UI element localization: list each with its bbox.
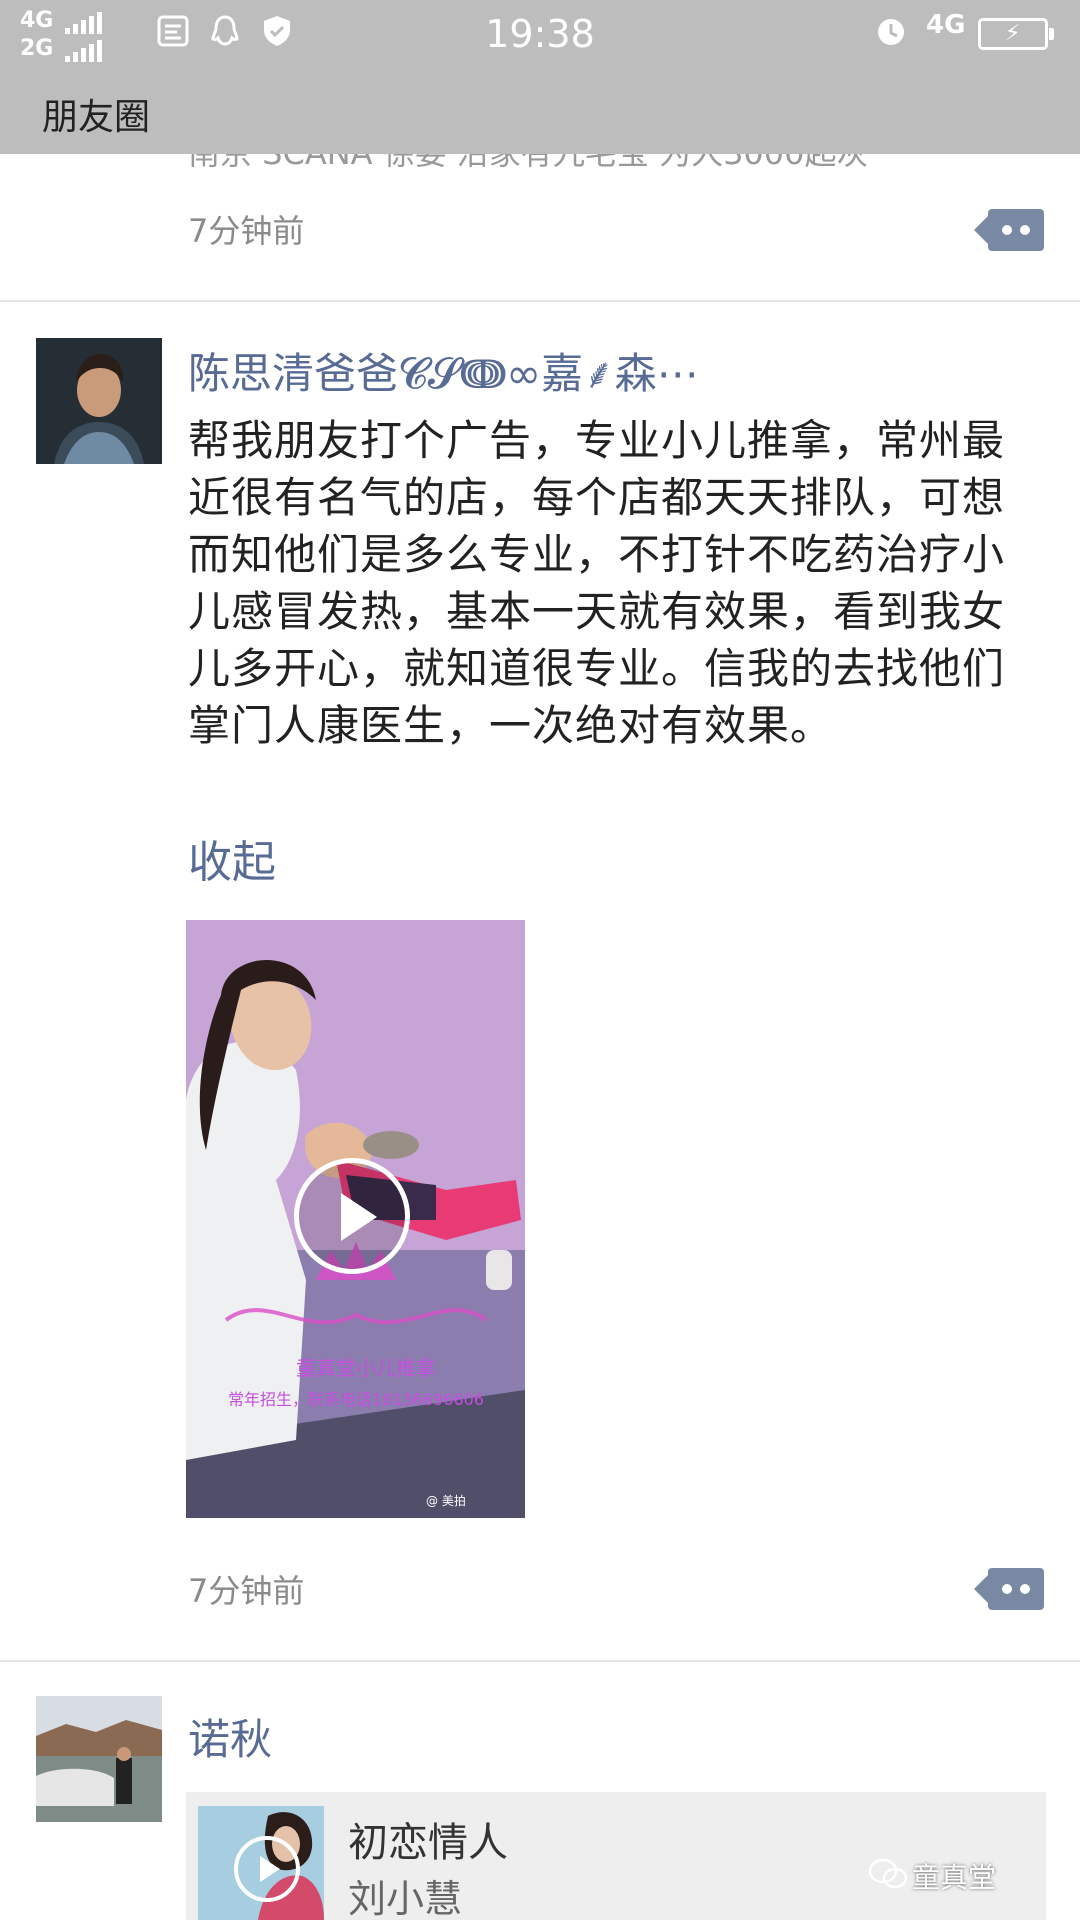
avatar-image — [36, 1696, 162, 1822]
avatar[interactable] — [36, 1696, 162, 1822]
dot-icon — [1002, 225, 1012, 235]
play-icon[interactable] — [234, 1836, 300, 1902]
dot-icon — [1020, 1584, 1030, 1594]
video-thumbnail[interactable]: 童真堂小儿推拿 常年招生，联系电话18136696606 @ 美拍 — [186, 920, 525, 1518]
watermark: 童真堂 — [912, 1861, 997, 1894]
more-actions-button[interactable] — [974, 1568, 1044, 1610]
more-actions-button[interactable] — [974, 209, 1044, 251]
post-time: 7分钟前 — [188, 1572, 305, 1610]
music-thumbnail — [198, 1806, 324, 1920]
dot-icon — [1020, 225, 1030, 235]
wechat-icon — [868, 1858, 908, 1889]
page-title: 朋友圈 — [42, 97, 151, 138]
dot-icon — [1002, 1584, 1012, 1594]
title-bar: 朋友圈 — [0, 70, 1080, 154]
post-author[interactable]: 陈思清爸爸𝓒𝓢ↈ∞嘉⸙森⋯ — [188, 340, 699, 401]
collapse-link[interactable]: 收起 — [188, 826, 276, 890]
video-corner-label: @ 美拍 — [426, 1493, 466, 1508]
status-bar: 4G 2G 19:38 4G ⚡ — [0, 0, 1080, 70]
post-text: 帮我朋友打个广告，专业小儿推拿，常州最近很有名气的店，每个店都天天排队，可想而知… — [188, 416, 1006, 750]
avatar[interactable] — [36, 338, 162, 464]
music-artist: 刘小慧 — [348, 1877, 463, 1921]
video-overlay-contact: 常年招生，联系电话18136696606 — [228, 1390, 484, 1409]
video-overlay-title: 童真堂小儿推拿 — [296, 1356, 436, 1380]
previous-post-time: 7分钟前 — [188, 212, 305, 250]
divider — [0, 300, 1080, 302]
music-title: 初恋情人 — [348, 1820, 508, 1866]
play-icon[interactable] — [294, 1158, 410, 1274]
avatar-image — [36, 338, 162, 464]
network-type: 4G — [926, 10, 966, 40]
clock: 19:38 — [485, 12, 595, 56]
next-post-author[interactable]: 诺秋 — [188, 1706, 272, 1767]
alarm-icon — [878, 19, 904, 45]
battery-charging-icon: ⚡ — [978, 18, 1054, 50]
divider — [0, 1660, 1080, 1662]
